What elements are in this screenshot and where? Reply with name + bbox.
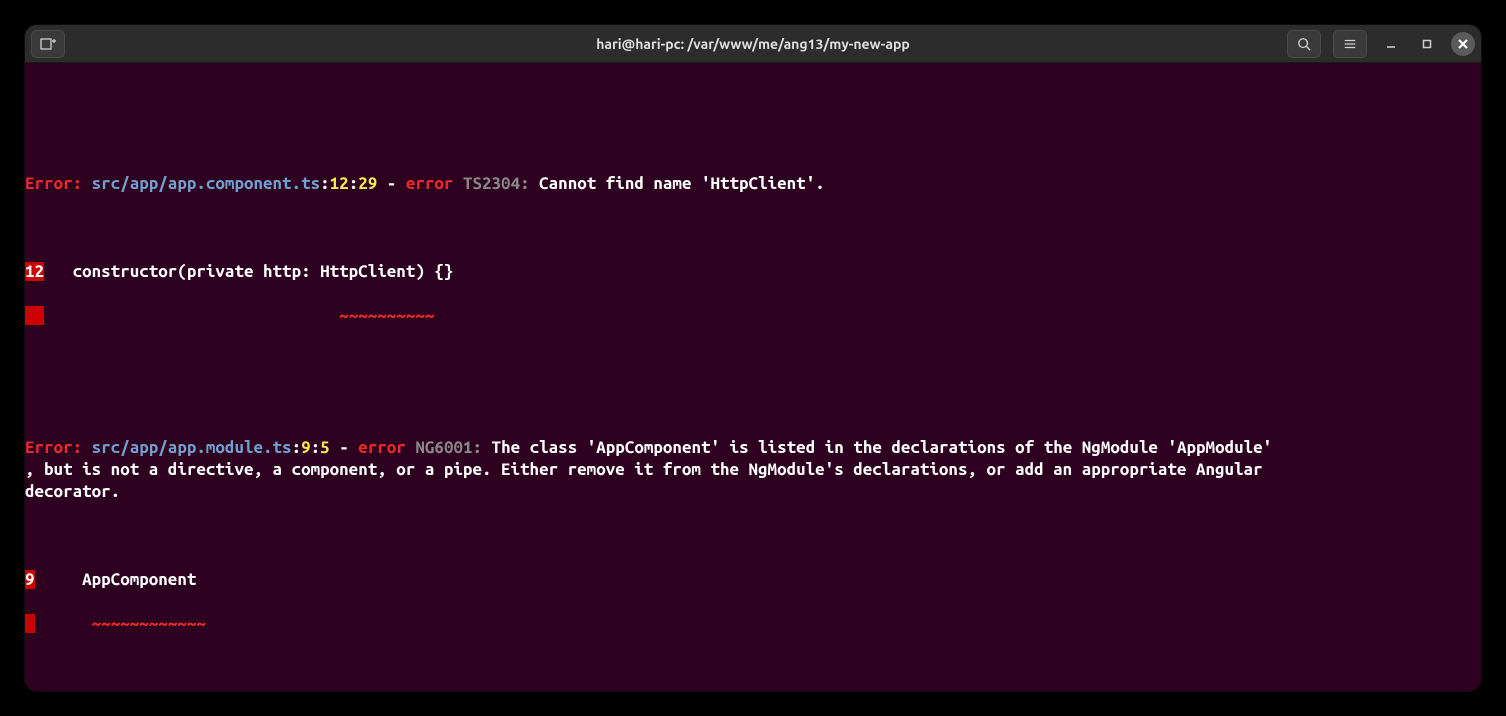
titlebar-left [31, 30, 65, 58]
gutter [25, 614, 35, 633]
error-code: NG6001: [406, 438, 492, 457]
underline-line: ~~~~~~~~~~ [25, 306, 434, 325]
terminal-output[interactable]: Error: src/app/app.component.ts:12:29 - … [25, 63, 1481, 691]
maximize-icon [1422, 39, 1432, 49]
code-text: AppComponent [35, 570, 197, 589]
new-tab-icon [40, 36, 56, 52]
error1-line: Error: src/app/app.component.ts:12:29 - … [25, 174, 825, 193]
underline: ~~~~~~~~~~~~ [92, 614, 206, 633]
sep: : [311, 438, 321, 457]
error-word: error [406, 174, 454, 193]
window-title: hari@hari-pc: /var/www/me/ang13/my-new-a… [596, 36, 910, 52]
close-icon [1458, 39, 1468, 49]
maximize-button[interactable] [1415, 32, 1439, 56]
sep: : [292, 438, 302, 457]
underline-line: ~~~~~~~~~~~~ [25, 614, 206, 633]
hamburger-icon [1343, 37, 1357, 51]
menu-button[interactable] [1333, 30, 1367, 58]
line-number-box: 9 [25, 570, 35, 589]
error-line-num: 9 [301, 438, 311, 457]
error2-line: Error: src/app/app.module.ts:9:5 - error… [25, 438, 1272, 501]
terminal-window: hari@hari-pc: /var/www/me/ang13/my-new-a… [25, 25, 1481, 691]
error-label: Error: [25, 438, 92, 457]
gutter [25, 306, 44, 325]
error-message: Cannot find name 'HttpClient'. [539, 174, 825, 193]
code-text: constructor(private http: HttpClient) {} [44, 262, 453, 281]
pad [35, 614, 92, 633]
dash: - [377, 174, 406, 193]
sep: : [320, 174, 330, 193]
sep: : [349, 174, 359, 193]
titlebar: hari@hari-pc: /var/www/me/ang13/my-new-a… [25, 25, 1481, 63]
code-line: 12 constructor(private http: HttpClient)… [25, 262, 453, 281]
search-icon [1297, 37, 1311, 51]
titlebar-right [1287, 30, 1475, 58]
error-word: error [358, 438, 406, 457]
minimize-button[interactable] [1379, 32, 1403, 56]
code-line: 9 AppComponent [25, 570, 196, 589]
minimize-icon [1386, 39, 1396, 49]
error-label: Error: [25, 174, 92, 193]
dash: - [330, 438, 359, 457]
new-tab-button[interactable] [31, 30, 65, 58]
error-col-num: 5 [320, 438, 330, 457]
search-button[interactable] [1287, 30, 1321, 58]
error-file: src/app/app.component.ts [92, 174, 320, 193]
error-col-num: 29 [358, 174, 377, 193]
close-button[interactable] [1451, 32, 1475, 56]
error-line-num: 12 [330, 174, 349, 193]
error-code: TS2304: [453, 174, 539, 193]
error-file: src/app/app.module.ts [92, 438, 292, 457]
line-number-box: 12 [25, 262, 44, 281]
underline: ~~~~~~~~~~ [339, 306, 434, 325]
pad [44, 306, 339, 325]
